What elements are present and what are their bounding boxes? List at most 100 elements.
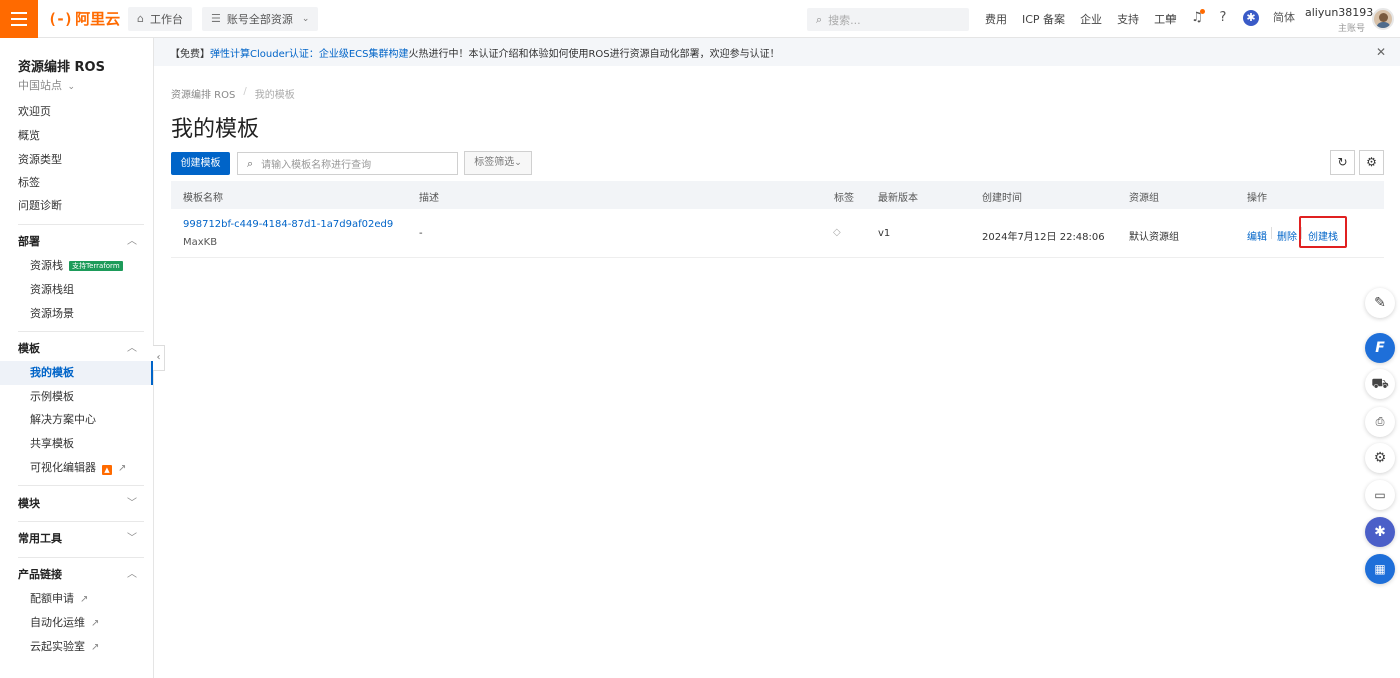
- search-icon: ⌕: [816, 12, 823, 26]
- promo-banner: 【免费】 弹性计算Clouder认证： 企业级ECS集群构建 火热进行中！本认证…: [154, 38, 1400, 66]
- hamburger-line: [11, 17, 27, 20]
- chevron-down-icon: ⌄: [301, 13, 310, 24]
- aliyun-logo-text: 阿里云: [75, 10, 121, 28]
- grid-apps-icon[interactable]: ▦: [1365, 554, 1395, 584]
- sidebar-group-links[interactable]: 产品链接 ︿: [0, 563, 153, 587]
- banner-link-clouder[interactable]: 弹性计算Clouder认证：: [210, 45, 319, 60]
- refresh-icon: ↻: [1337, 155, 1348, 169]
- notification-dot: [1200, 9, 1205, 14]
- external-link-icon: ↗: [91, 642, 100, 653]
- sidebar-item-stacks[interactable]: 资源栈 支持Terraform: [0, 254, 153, 278]
- sidebar-item-welcome[interactable]: 欢迎页: [0, 100, 153, 124]
- sidebar-item-label: 自动化运维: [30, 616, 85, 629]
- sidebar-item-stack-groups[interactable]: 资源栈组: [0, 278, 153, 302]
- breadcrumb-current: 我的模板: [254, 90, 295, 101]
- table-settings-button[interactable]: ⚙: [1359, 150, 1384, 175]
- highlight-annotation-box: [1299, 216, 1347, 248]
- sidebar-group-deploy[interactable]: 部署 ︿: [0, 230, 153, 254]
- sidebar-divider: [18, 224, 144, 225]
- sidebar-item-tags[interactable]: 标签: [0, 171, 153, 195]
- edit-icon[interactable]: ✎: [1365, 288, 1395, 318]
- terminal-icon[interactable]: ▭: [1163, 10, 1179, 26]
- sidebar-item-solutions[interactable]: 解决方案中心: [0, 408, 153, 432]
- user-role: 主账号: [1337, 24, 1365, 34]
- delete-link[interactable]: 删除: [1277, 228, 1297, 243]
- nav-icp[interactable]: ICP 备案: [1022, 11, 1065, 27]
- close-icon[interactable]: ✕: [1376, 45, 1386, 59]
- resource-scope-dropdown[interactable]: ☰ 账号全部资源 ⌄: [201, 6, 319, 31]
- top-nav-links: 费用 ICP 备案 企业 支持 工单: [985, 0, 1191, 38]
- sidebar-group-tools[interactable]: 常用工具 ﹀: [0, 527, 153, 551]
- language-switch[interactable]: 简体: [1273, 10, 1295, 26]
- sidebar-item-scenarios[interactable]: 资源场景: [0, 302, 153, 326]
- chat-icon[interactable]: ▭: [1365, 480, 1395, 510]
- column-header-created: 创建时间: [982, 193, 1022, 204]
- sidebar-item-overview[interactable]: 概览: [0, 124, 153, 148]
- breadcrumb-link-ros[interactable]: 资源编排 ROS: [171, 86, 235, 101]
- breadcrumb: 资源编排 ROS / 我的模板: [171, 86, 295, 101]
- sidebar-item-automation[interactable]: 自动化运维 ↗: [0, 611, 153, 635]
- column-header-version: 最新版本: [878, 193, 918, 204]
- sidebar-item-diagnosis[interactable]: 问题诊断: [0, 194, 153, 218]
- sidebar-item-quota[interactable]: 配额申请 ↗: [0, 587, 153, 611]
- settings-icon[interactable]: ⚙: [1365, 443, 1395, 473]
- action-separator: [1271, 227, 1272, 239]
- f-app-icon[interactable]: F: [1365, 333, 1395, 363]
- sidebar-group-template[interactable]: 模板 ︿: [0, 337, 153, 361]
- sidebar-item-label: 资源栈: [30, 259, 63, 272]
- tag-filter-dropdown[interactable]: 标签筛选⌄: [464, 151, 532, 175]
- star-app-icon[interactable]: ✱: [1365, 517, 1395, 547]
- table-header: 模板名称 描述 标签 最新版本 创建时间 资源组 操作: [171, 181, 1384, 209]
- avatar[interactable]: [1372, 8, 1394, 30]
- app-icon[interactable]: ⎙: [1365, 407, 1395, 437]
- sidebar-item-label: 可视化编辑器: [30, 461, 96, 474]
- chevron-up-icon: ︿: [127, 343, 137, 354]
- template-name: MaxKB: [183, 237, 218, 248]
- chevron-up-icon: ︿: [127, 569, 137, 580]
- sidebar-item-sample-templates[interactable]: 示例模板: [0, 385, 153, 409]
- breadcrumb-separator: /: [243, 86, 247, 97]
- sidebar-item-visual-editor[interactable]: 可视化编辑器 ▲ ↗: [0, 456, 153, 480]
- aliyun-logo-mark: (-): [48, 9, 73, 28]
- template-search-input[interactable]: ⌕ 请输入模板名称进行查询: [237, 152, 458, 175]
- global-search-input[interactable]: ⌕ 搜索...: [807, 8, 969, 31]
- banner-link-ecs[interactable]: 企业级ECS集群构建: [319, 45, 409, 60]
- resource-scope-label: 账号全部资源: [226, 12, 293, 26]
- sidebar-group-module[interactable]: 模块 ﹀: [0, 492, 153, 516]
- page-title: 我的模板: [171, 117, 260, 142]
- create-template-button[interactable]: 创建模板: [171, 152, 230, 175]
- sidebar-item-shared-templates[interactable]: 共享模板: [0, 432, 153, 456]
- tag-filter-label: 标签筛选: [474, 157, 515, 168]
- refresh-button[interactable]: ↻: [1330, 150, 1355, 175]
- help-icon[interactable]: ?: [1215, 10, 1231, 26]
- nav-billing[interactable]: 费用: [985, 11, 1007, 27]
- sidebar-item-my-templates[interactable]: 我的模板: [0, 361, 153, 385]
- sidebar-group-label: 模块: [18, 497, 40, 510]
- edit-link[interactable]: 编辑: [1247, 228, 1267, 243]
- banner-text: 火热进行中！本认证介绍和体验如何使用ROS进行资源自动化部署，欢迎参与认证！: [408, 48, 780, 60]
- column-header-resource-group: 资源组: [1129, 193, 1159, 204]
- workbench-button[interactable]: ⌂ 工作台: [128, 6, 192, 31]
- chevron-down-icon: ﹀: [127, 533, 137, 544]
- sidebar-item-label: 配额申请: [30, 592, 74, 605]
- nav-enterprise[interactable]: 企业: [1080, 11, 1102, 27]
- region-selector[interactable]: 中国站点 ⌄: [18, 77, 75, 93]
- ai-assistant-icon[interactable]: ✱: [1243, 10, 1259, 26]
- hamburger-line: [11, 23, 27, 26]
- global-search-placeholder: 搜索...: [828, 13, 861, 27]
- list-icon: ☰: [210, 12, 221, 25]
- user-name: aliyun38193...: [1305, 6, 1384, 19]
- sidebar-item-label: 云起实验室: [30, 640, 85, 653]
- user-account-menu[interactable]: aliyun38193... 主账号: [1305, 6, 1384, 34]
- hamburger-menu-button[interactable]: [0, 0, 38, 38]
- tag-edit-icon[interactable]: ◇: [833, 227, 841, 238]
- sidebar-item-lab[interactable]: 云起实验室 ↗: [0, 635, 153, 659]
- workbench-label: 工作台: [149, 12, 183, 26]
- sidebar-collapse-handle[interactable]: ‹: [153, 345, 165, 371]
- aliyun-logo[interactable]: (-) 阿里云: [48, 8, 126, 29]
- sidebar-item-resource-types[interactable]: 资源类型: [0, 148, 153, 172]
- cart-icon[interactable]: ⛟: [1365, 369, 1395, 399]
- sidebar-divider: [18, 331, 144, 332]
- nav-support[interactable]: 支持: [1117, 11, 1139, 27]
- template-id-link[interactable]: 998712bf-c449-4184-87d1-1a7d9af02ed9: [183, 219, 393, 230]
